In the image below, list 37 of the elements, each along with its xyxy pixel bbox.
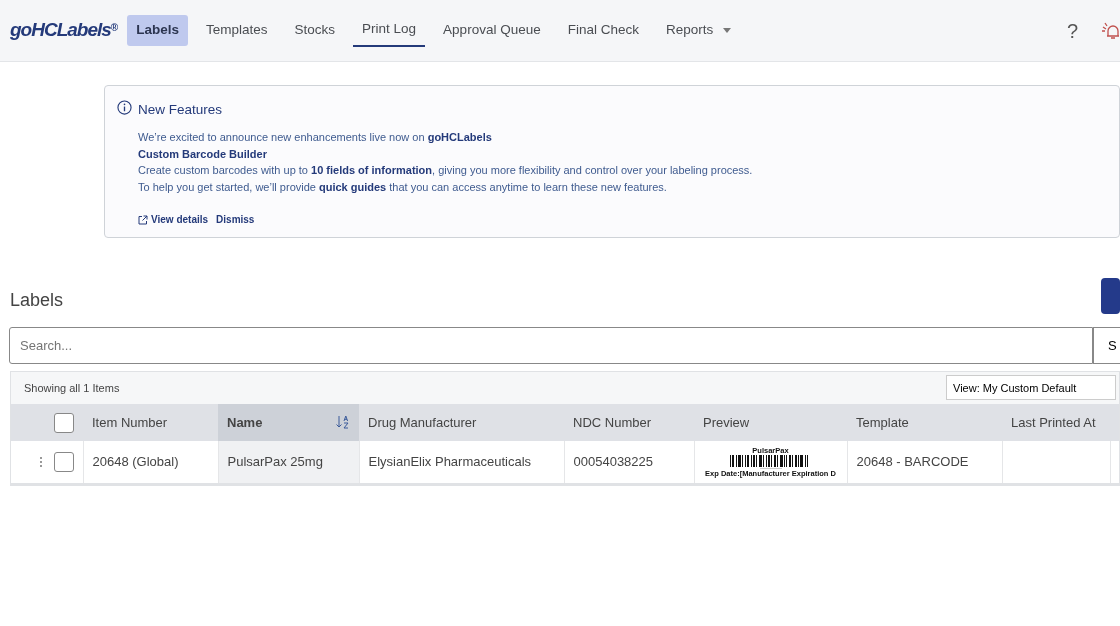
add-button[interactable] <box>1101 278 1120 314</box>
table-cell: 00054038225 <box>573 454 654 470</box>
table-cell: PulsarPax 25mg <box>227 454 323 470</box>
table-cell: 20648 - BARCODE <box>856 454 969 470</box>
search-field[interactable]: Search... <box>9 326 1093 364</box>
nav-tab[interactable]: Templates <box>197 15 277 46</box>
notice-text: Create custom barcodes with up to 10 fields of information, giving you more flexibility and control over your labeling process. <box>138 163 753 179</box>
notice-text: Custom Barcode Builder <box>138 146 268 162</box>
nav-tab[interactable]: Approval Queue <box>434 15 550 46</box>
view-details-link[interactable]: View details <box>151 212 209 228</box>
notice-text: We’re excited to announce new enhancements live now on goHCLabels <box>138 130 493 146</box>
drag-handle-icon[interactable] <box>39 457 42 468</box>
table-cell: ElysianElix Pharmaceuticals <box>368 454 532 470</box>
nav-tab[interactable]: Final Check <box>558 15 648 46</box>
checkbox[interactable] <box>53 452 74 473</box>
column-header[interactable]: Template <box>856 412 909 433</box>
nav-tab[interactable]: Labels <box>127 15 188 46</box>
checkbox[interactable] <box>54 412 74 433</box>
submit-button[interactable]: S <box>1093 326 1120 364</box>
notice-title: New Features <box>138 101 224 119</box>
sort-icon[interactable] <box>336 415 350 430</box>
dismiss-link[interactable]: Dismiss <box>216 212 255 228</box>
column-header[interactable]: Preview <box>703 412 750 433</box>
info-icon <box>117 100 132 115</box>
notice-text: To help you get started, we’ll provide quick guides that you can access anytime to learn these new features. <box>138 179 668 195</box>
column-header[interactable]: Name <box>227 412 263 433</box>
view-select[interactable]: View: My Custom Default <box>946 375 1116 401</box>
nav-tab[interactable]: Reports <box>656 15 741 46</box>
page-title: Labels <box>10 290 64 312</box>
table-cell: 20648 (Global) <box>92 454 179 470</box>
help-icon[interactable]: ? <box>1066 15 1078 46</box>
logo[interactable]: goHCLabels$^{®}$ <box>10 16 118 45</box>
nav-tab[interactable]: Print Log <box>353 14 426 47</box>
external-link-icon[interactable] <box>138 214 148 225</box>
nav-tab[interactable]: Stocks <box>285 15 345 46</box>
items-summary: Showing all 1 Items <box>24 380 120 396</box>
bell-icon[interactable] <box>1100 20 1120 41</box>
